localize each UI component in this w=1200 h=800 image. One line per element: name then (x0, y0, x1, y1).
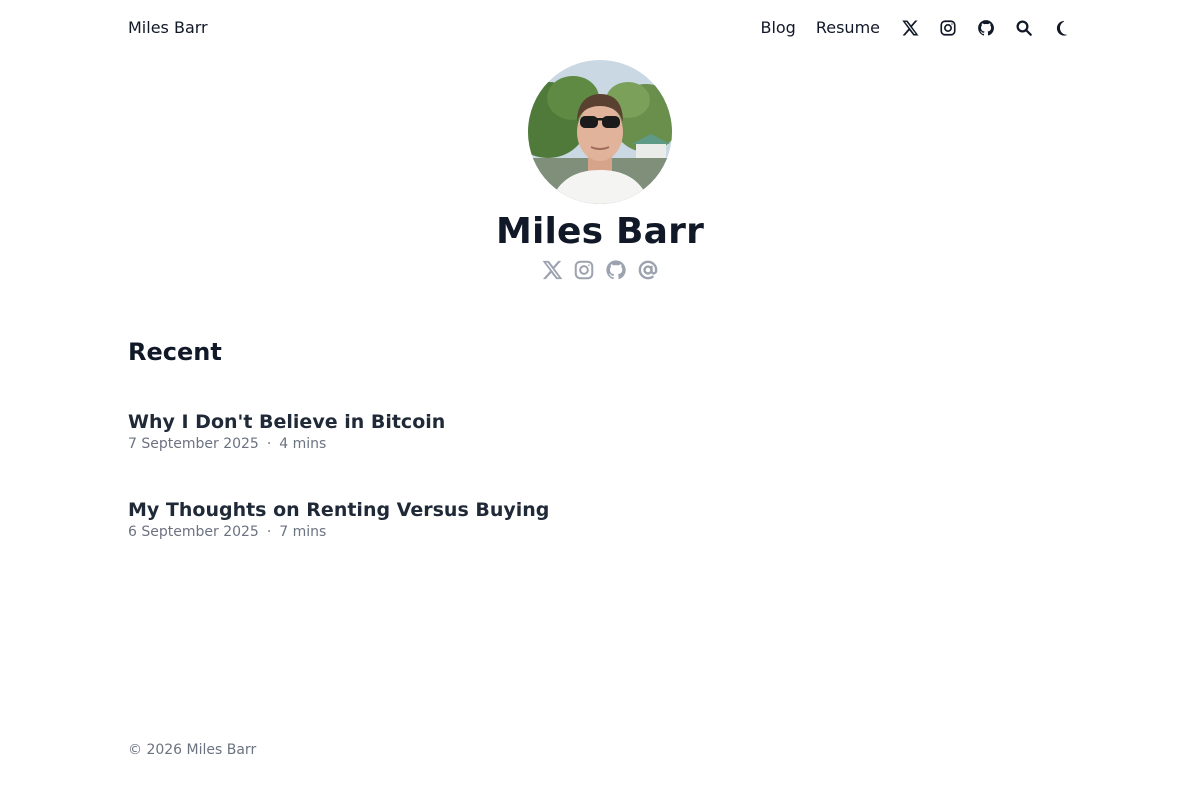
x-twitter-icon[interactable] (540, 258, 564, 282)
nav-resume-link[interactable]: Resume (816, 20, 880, 36)
instagram-icon[interactable] (938, 18, 958, 38)
post-meta: 6 September 2025 · 7 mins (128, 522, 1072, 542)
profile-section: Miles Barr (0, 60, 1200, 282)
recent-heading: Recent (128, 338, 222, 366)
meta-separator: · (266, 436, 272, 452)
post-read-time: 4 mins (279, 436, 327, 452)
post-read-time: 7 mins (279, 524, 327, 540)
github-icon[interactable] (604, 258, 628, 282)
post-date: 7 September 2025 (128, 436, 259, 452)
site-header: Miles Barr Blog Resume (128, 0, 1072, 56)
post-title-link[interactable]: My Thoughts on Renting Versus Buying (128, 496, 1072, 524)
post-item: My Thoughts on Renting Versus Buying 6 S… (128, 496, 1072, 542)
x-twitter-icon[interactable] (900, 18, 920, 38)
at-email-icon[interactable] (636, 258, 660, 282)
avatar (528, 60, 672, 204)
meta-separator: · (266, 524, 272, 540)
footer-copyright: © 2026 Miles Barr (128, 742, 257, 758)
post-item: Why I Don't Believe in Bitcoin 7 Septemb… (128, 408, 1072, 454)
site-name-link[interactable]: Miles Barr (128, 20, 208, 36)
post-meta: 7 September 2025 · 4 mins (128, 434, 1072, 454)
moon-icon[interactable] (1052, 18, 1072, 38)
profile-social-links (536, 258, 664, 282)
post-date: 6 September 2025 (128, 524, 259, 540)
github-icon[interactable] (976, 18, 996, 38)
page: Miles Barr Blog Resume Miles Barr Recent… (0, 0, 1200, 800)
main-nav: Blog Resume (760, 18, 1072, 38)
post-title-link[interactable]: Why I Don't Believe in Bitcoin (128, 408, 1072, 436)
search-icon[interactable] (1014, 18, 1034, 38)
nav-blog-link[interactable]: Blog (760, 20, 795, 36)
profile-name: Miles Barr (495, 211, 705, 252)
instagram-icon[interactable] (572, 258, 596, 282)
